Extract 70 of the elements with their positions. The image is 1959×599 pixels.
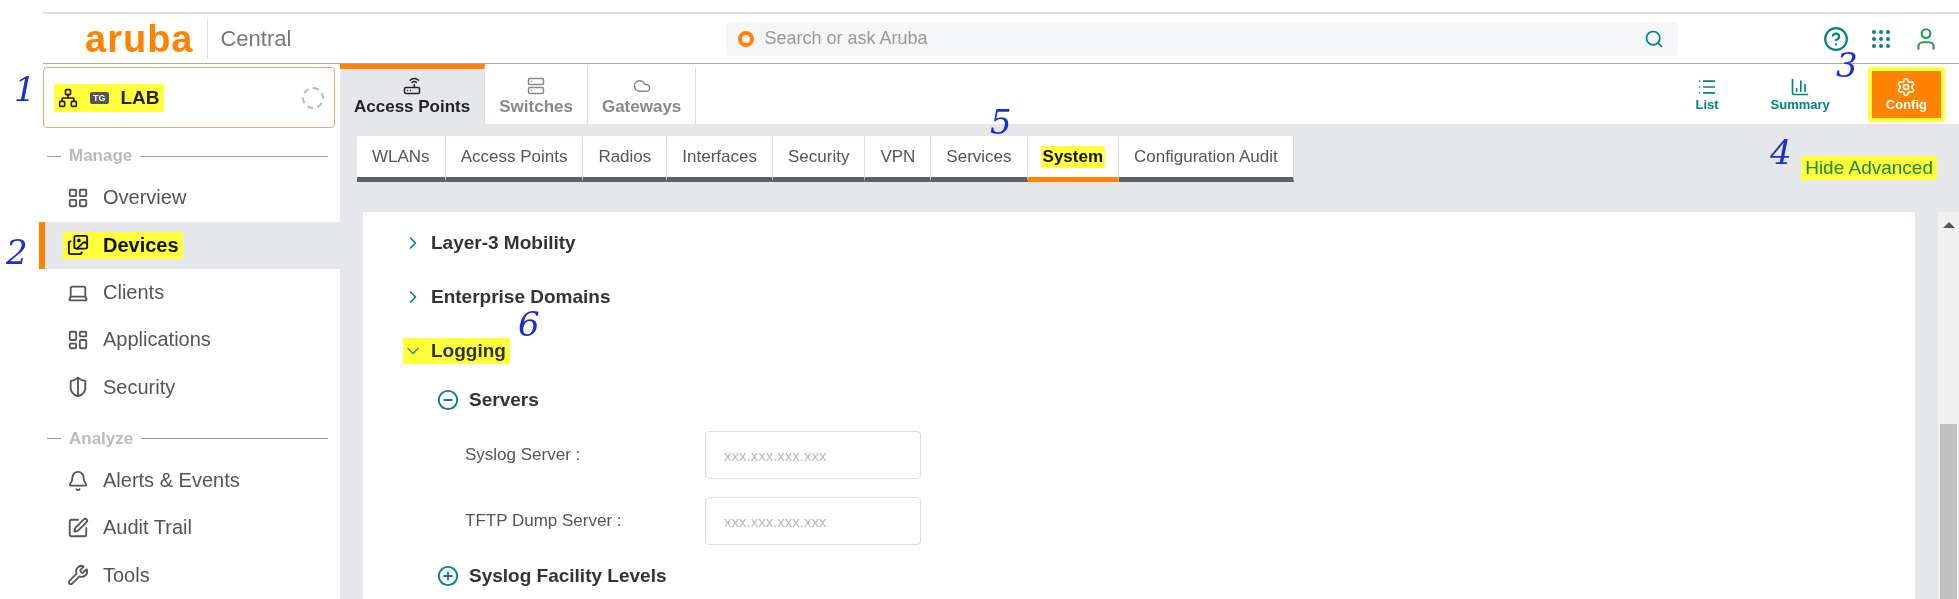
config-tab[interactable]: WLANs (357, 136, 446, 182)
bar-chart-icon (1790, 76, 1811, 97)
nav-icon (67, 516, 89, 539)
config-tab[interactable]: Configuration Audit (1119, 136, 1294, 182)
view-button[interactable]: List (1681, 70, 1733, 118)
nav-icon (67, 376, 89, 399)
nav-item[interactable]: Overview (39, 174, 340, 222)
nav-label: Alerts & Events (103, 469, 240, 493)
nav-icon (67, 564, 89, 587)
group-icon (58, 87, 78, 108)
annotation-number: 6 (518, 307, 540, 341)
annotation-number: 1 (14, 72, 36, 106)
config-tab[interactable]: Access Points (445, 136, 584, 182)
scrollbar[interactable] (1938, 212, 1959, 599)
nav-icon (67, 186, 89, 209)
assistant-icon (738, 30, 755, 47)
product-name: Central (220, 25, 292, 52)
section-heading: Manage (69, 146, 133, 167)
section-toggle[interactable]: Layer-3 Mobility (403, 230, 580, 256)
nav-item[interactable]: Applications (39, 316, 340, 364)
expand-icon[interactable] (437, 565, 459, 587)
config-tab[interactable]: Radios (583, 136, 668, 182)
nav-label: Devices (103, 233, 179, 257)
config-tab[interactable]: Security (772, 136, 866, 182)
group-heading: Servers (469, 389, 539, 411)
group-heading: Syslog Facility Levels (469, 565, 667, 587)
annotation-number: 2 (6, 235, 28, 269)
field-label: TFTP Dump Server : (465, 511, 623, 531)
annotation-number: 5 (990, 105, 1012, 139)
search-icon[interactable] (1644, 28, 1665, 49)
nav-item[interactable]: Alerts & Events (39, 456, 340, 505)
device-tab[interactable]: Access Points (340, 64, 486, 124)
annotation-number: 4 (1770, 135, 1792, 169)
collapse-icon[interactable] (437, 389, 459, 411)
nav-icon (67, 328, 89, 351)
nav-label: Overview (103, 186, 187, 210)
help-icon[interactable] (1823, 25, 1849, 52)
device-icon (527, 76, 546, 95)
nav-item[interactable]: Devices (39, 221, 340, 269)
input-field[interactable]: xxx.xxx.xxx.xxx (705, 431, 921, 479)
nav-item[interactable]: Audit Trail (39, 504, 340, 552)
search-field[interactable]: Search or ask Aruba (726, 21, 1679, 56)
group-selector[interactable]: TG LAB (43, 67, 335, 129)
nav-label: Applications (103, 328, 211, 352)
device-icon (403, 76, 422, 95)
section-toggle[interactable]: Logging (403, 338, 510, 364)
section-heading: Analyze (69, 428, 134, 449)
section-toggle[interactable]: Enterprise Domains (403, 284, 615, 310)
nav-item[interactable]: Security (39, 363, 340, 411)
nav-label: Tools (103, 563, 150, 587)
field-label: Syslog Server : (465, 445, 582, 465)
nav-item[interactable]: Clients (39, 268, 340, 317)
nav-item[interactable]: Tools (39, 551, 340, 599)
input-field[interactable]: xxx.xxx.xxx.xxx (705, 497, 921, 545)
annotation-number: 3 (1836, 48, 1858, 82)
gear-icon (1896, 76, 1917, 97)
group-tag: TG (90, 91, 109, 104)
nav-label: Audit Trail (103, 516, 192, 540)
nav-label: Clients (103, 281, 165, 305)
config-tab[interactable]: VPN (865, 136, 932, 182)
loading-icon (302, 86, 324, 109)
nav-icon (67, 234, 89, 257)
group-name: LAB (120, 86, 160, 109)
hide-advanced-link[interactable]: Hide Advanced (1801, 156, 1937, 180)
config-tab[interactable]: Services (931, 136, 1028, 182)
nav-icon (67, 469, 89, 492)
config-tab[interactable]: System (1027, 136, 1120, 182)
logo: aruba (85, 18, 209, 59)
config-tab[interactable]: Interfaces (667, 136, 773, 182)
nav-label: Security (103, 375, 176, 399)
